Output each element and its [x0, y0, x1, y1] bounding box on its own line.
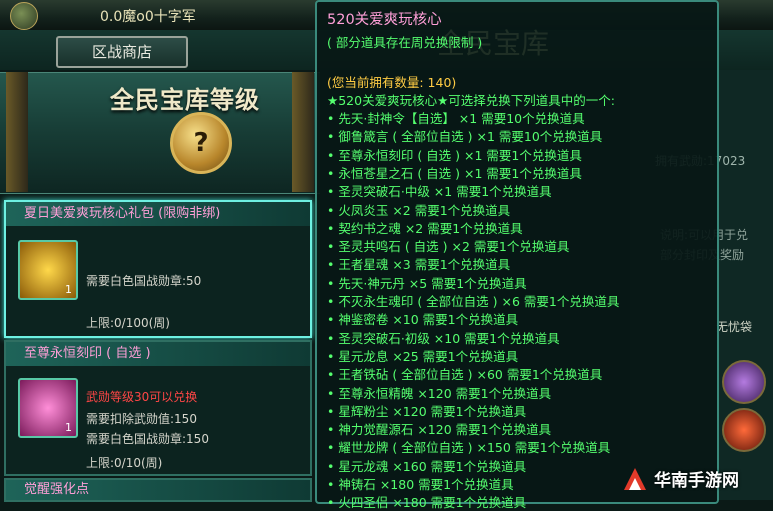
owned-count: (您当前拥有数量: 140)	[327, 75, 457, 90]
card-title: 夏日美爱爽玩核心礼包 (限购非绑)	[6, 202, 310, 226]
purchase-limit: 上限:0/100(周)	[86, 316, 170, 330]
banner-left-ornament-icon	[6, 72, 28, 192]
shop-card-eternal-seal[interactable]: 至尊永恒刻印 ( 自选 ) 1 武勋等级30可以兑换 需要扣除武勋值:150 需…	[4, 340, 312, 476]
card-title: 至尊永恒刻印 ( 自选 )	[6, 342, 310, 366]
relic-purple-icon[interactable]	[722, 360, 766, 404]
treasury-level-title: 全民宝库等级	[110, 86, 260, 114]
tooltip-item: • 至尊永恒精魄 ×120 需要1个兑换道具	[327, 385, 552, 401]
tooltip-item: • 先天·封神令【自选】 ×1 需要10个兑换道具	[327, 111, 585, 126]
tab-zone-war-shop[interactable]: 区战商店	[56, 36, 188, 68]
item-count: 1	[65, 421, 72, 434]
purchase-limit: 上限:0/10(周)	[86, 456, 163, 470]
tooltip-item: • 永恒苍星之石 ( 自选 ) ×1 需要1个兑换道具	[327, 165, 582, 181]
shop-card-core-pack[interactable]: 夏日美爱爽玩核心礼包 (限购非绑) 1 需要白色国战勋章:50 上限:0/100…	[4, 200, 312, 338]
site-logo-icon	[624, 468, 646, 490]
tooltip-item: • 先天·神元丹 ×5 需要1个兑换道具	[327, 275, 527, 291]
tooltip-item: • 神铸石 ×180 需要1个兑换道具	[327, 477, 514, 492]
watermark-text: 华南手游网	[654, 471, 739, 491]
tooltip-note: ( 部分道具存在周兑换限制 )	[327, 35, 483, 50]
tooltip-item: • 不灭永生魂印 ( 全部位自选 ) ×6 需要1个兑换道具	[327, 294, 620, 309]
relic-fire-icon[interactable]	[722, 408, 766, 452]
card-title: 觉醒强化点	[6, 480, 310, 500]
tooltip-item: • 耀世龙牌 ( 全部位自选 ) ×150 需要1个兑换道具	[327, 440, 611, 456]
site-watermark: 华南手游网	[620, 462, 770, 498]
tooltip-item: • 星元龙魂 ×160 需要1个兑换道具	[327, 458, 527, 474]
tooltip-item: • 火凤炎玉 ×2 需要1个兑换道具	[327, 202, 511, 218]
tooltip-title: 520关爱爽玩核心	[327, 12, 442, 28]
banner-right-ornament-icon	[292, 72, 314, 192]
player-name: 0.0魔o0十字军	[100, 9, 196, 25]
tooltip-item: • 至尊永恒刻印 ( 自选 ) ×1 需要1个兑换道具	[327, 147, 582, 163]
tooltip-header: ★520关爱爽玩核心★可选择兑换下列道具中的一个:	[327, 93, 615, 108]
relic-label: 无忧袋	[716, 320, 753, 334]
amber-crystal-icon[interactable]: 1	[18, 240, 78, 300]
mystery-medal-icon[interactable]: ?	[170, 112, 232, 174]
tooltip-item: • 圣灵突破石·中级 ×1 需要1个兑换道具	[327, 184, 552, 200]
tooltip-item: • 契约书之魂 ×2 需要1个兑换道具	[327, 220, 523, 236]
require-medals: 需要白色国战勋章:150	[86, 432, 209, 446]
tooltip-item: • 御鲁箴言 ( 全部位自选 ) ×1 需要10个兑换道具	[327, 129, 603, 145]
tooltip-item: • 圣灵共鸣石 ( 自选 ) ×2 需要1个兑换道具	[327, 239, 570, 255]
shop-card-awakening[interactable]: 觉醒强化点	[4, 478, 312, 502]
require-medals: 需要白色国战勋章:50	[86, 274, 202, 288]
tooltip-item: • 星辉粉尘 ×120 需要1个兑换道具	[327, 403, 527, 419]
require-merit: 需要扣除武勋值:150	[86, 412, 197, 426]
item-tooltip: 全民宝库 520关爱爽玩核心 ( 部分道具存在周兑换限制 ) (您当前拥有数量:…	[315, 0, 719, 510]
tooltip-item: • 星元龙息 ×25 需要1个兑换道具	[327, 348, 519, 364]
tooltip-item: • 神力觉醒源石 ×120 需要1个兑换道具	[327, 422, 552, 438]
player-orb-icon[interactable]	[10, 2, 38, 30]
tooltip-item: • 王者星魂 ×3 需要1个兑换道具	[327, 257, 511, 273]
tooltip-item: • 火四圣侣 ×180 需要1个兑换道具	[327, 495, 527, 511]
tooltip-item: • 圣灵突破石·初级 ×10 需要1个兑换道具	[327, 330, 560, 346]
tooltip-item: • 王者铁砧 ( 全部位自选 ) ×60 需要1个兑换道具	[327, 367, 603, 383]
tooltip-item: • 神鉴密卷 ×10 需要1个兑换道具	[327, 312, 519, 328]
item-count: 1	[65, 283, 72, 296]
level-requirement: 武勋等级30可以兑换	[86, 390, 198, 404]
pink-flower-icon[interactable]: 1	[18, 378, 78, 438]
